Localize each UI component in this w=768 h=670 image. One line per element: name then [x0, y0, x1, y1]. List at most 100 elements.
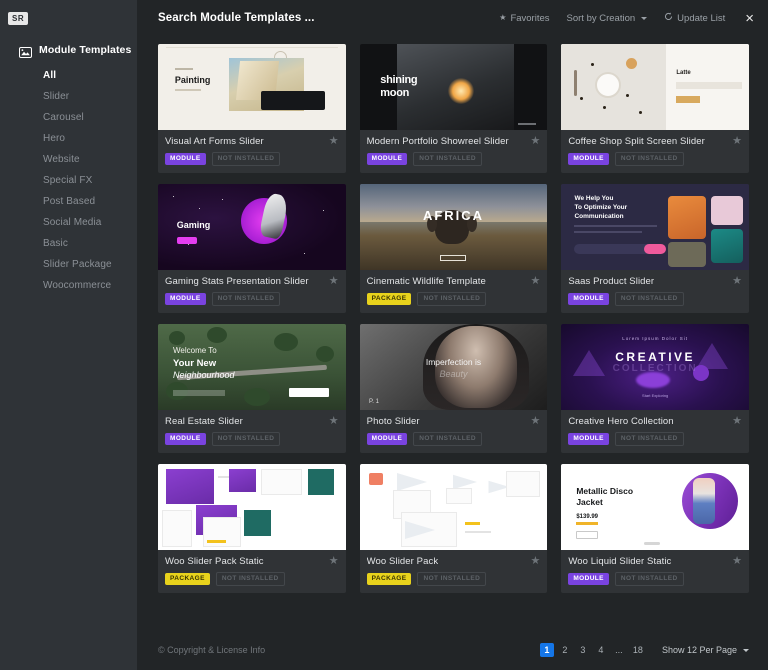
favorites-label: Favorites [510, 12, 550, 24]
favorite-star-icon[interactable]: ★ [732, 416, 742, 427]
main-panel: Search Module Templates ... ★ Favorites … [137, 0, 768, 670]
favorite-star-icon[interactable]: ★ [329, 556, 339, 567]
template-card-visual-art-forms-slider[interactable]: Painting Visual Art Forms Slider ★ MODUL… [158, 44, 346, 173]
sidebar: SR Module Templates All Slider Carousel … [0, 0, 137, 670]
sidebar-item-woocommerce[interactable]: Woocommerce [0, 275, 137, 296]
favorite-star-icon[interactable]: ★ [732, 136, 742, 147]
template-thumbnail: Welcome To Your New Neighbourhood [158, 324, 346, 410]
type-badge: MODULE [568, 293, 609, 305]
thumb-line2: Beauty [439, 368, 468, 379]
sr-logo[interactable]: SR [8, 12, 29, 25]
thumb-title: We Help You To Optimize Your Communicati… [574, 195, 628, 221]
status-badge: NOT INSTALLED [211, 432, 281, 446]
template-card-saas-product-slider[interactable]: We Help You To Optimize Your Communicati… [561, 184, 749, 313]
pagination: 1 2 3 4 ... 18 [539, 643, 646, 657]
status-badge: NOT INSTALLED [211, 292, 281, 306]
template-card-woo-slider-pack[interactable]: Woo Slider Pack ★ PACKAGE NOT INSTALLED [359, 464, 548, 593]
thumb-line3: Neighbourhood [173, 370, 235, 381]
sort-by-creation-dropdown[interactable]: Sort by Creation [567, 13, 648, 24]
search-input[interactable]: Search Module Templates ... [158, 12, 499, 24]
card-title: Woo Liquid Slider Static [568, 556, 672, 567]
sidebar-item-slider-package[interactable]: Slider Package [0, 254, 137, 275]
sidebar-item-special-fx[interactable]: Special FX [0, 170, 137, 191]
thumb-title: AFRICA [422, 208, 485, 224]
template-card-photo-slider[interactable]: Imperfection is Beauty P. 1 Photo Slider… [359, 324, 548, 453]
template-card-woo-slider-pack-static[interactable]: Woo Slider Pack Static ★ PACKAGE NOT INS… [158, 464, 346, 593]
template-card-creative-hero-collection[interactable]: Lorem Ipsum Dolor Sit CREATIVE COLLECTIO… [561, 324, 749, 453]
thumb-title-line2: moon [380, 87, 410, 99]
thumb-kicker: Lorem Ipsum Dolor Sit [622, 336, 689, 342]
thumb-title: Latte [676, 69, 691, 76]
type-badge: MODULE [165, 293, 206, 305]
type-badge: PACKAGE [366, 573, 412, 585]
favorites-button[interactable]: ★ Favorites [499, 13, 549, 24]
thumb-subtitle: COLLECTION [612, 362, 698, 374]
sidebar-item-all[interactable]: All [0, 65, 137, 86]
card-title: Creative Hero Collection [568, 416, 674, 427]
sidebar-item-website[interactable]: Website [0, 149, 137, 170]
sidebar-header-module-templates[interactable]: Module Templates [0, 26, 137, 58]
app-window: SR Module Templates All Slider Carousel … [0, 0, 768, 670]
per-page-dropdown[interactable]: Show 12 Per Page [662, 645, 749, 655]
card-title: Modern Portfolio Showreel Slider [366, 136, 509, 147]
sidebar-item-hero[interactable]: Hero [0, 128, 137, 149]
sidebar-item-slider[interactable]: Slider [0, 86, 137, 107]
chevron-down-icon [641, 16, 648, 20]
template-card-modern-portfolio-showreel-slider[interactable]: shining moon Modern Portfolio Showreel S… [359, 44, 548, 173]
type-badge: MODULE [568, 433, 609, 445]
sort-label: Sort by Creation [566, 12, 636, 24]
page-2[interactable]: 2 [558, 643, 572, 657]
page-4[interactable]: 4 [594, 643, 608, 657]
update-list-button[interactable]: Update List [664, 12, 725, 24]
card-body: Creative Hero Collection ★ MODULE NOT IN… [561, 410, 749, 453]
type-badge: MODULE [165, 153, 206, 165]
status-badge: NOT INSTALLED [614, 432, 684, 446]
type-badge: PACKAGE [165, 573, 210, 585]
copyright-link[interactable]: © Copyright & License Info [158, 645, 540, 655]
template-card-woo-liquid-slider-static[interactable]: Metallic Disco Jacket $139.99 Woo Liquid… [561, 464, 749, 593]
refresh-icon [664, 12, 673, 24]
templates-grid: Painting Visual Art Forms Slider ★ MODUL… [158, 44, 749, 593]
favorite-star-icon[interactable]: ★ [732, 276, 742, 287]
favorite-star-icon[interactable]: ★ [530, 276, 540, 287]
card-title: Cinematic Wildlife Template [366, 276, 486, 287]
template-card-real-estate-slider[interactable]: Welcome To Your New Neighbourhood Real E… [158, 324, 346, 453]
per-page-label: Show 12 Per Page [661, 645, 737, 655]
sidebar-item-basic[interactable]: Basic [0, 233, 137, 254]
sidebar-item-post-based[interactable]: Post Based [0, 191, 137, 212]
status-badge: NOT INSTALLED [413, 152, 482, 166]
type-badge: MODULE [165, 433, 206, 445]
card-body: Woo Slider Pack ★ PACKAGE NOT INSTALLED [360, 550, 548, 593]
card-title: Saas Product Slider [568, 276, 655, 287]
favorite-star-icon[interactable]: ★ [329, 136, 339, 147]
template-card-cinematic-wildlife-template[interactable]: AFRICA Cinematic Wildlife Template ★ PAC… [359, 184, 548, 313]
template-thumbnail: We Help You To Optimize Your Communicati… [561, 184, 749, 270]
type-badge: MODULE [568, 573, 609, 585]
favorite-star-icon[interactable]: ★ [732, 556, 742, 567]
card-body: Coffee Shop Split Screen Slider ★ MODULE… [561, 130, 749, 173]
thumb-title: CREATIVE [615, 349, 696, 364]
page-18[interactable]: 18 [630, 643, 646, 657]
sidebar-item-social-media[interactable]: Social Media [0, 212, 137, 233]
template-thumbnail: Metallic Disco Jacket $139.99 [561, 464, 749, 550]
close-icon[interactable]: × [745, 11, 754, 26]
template-card-coffee-shop-split-screen-slider[interactable]: Latte Coffee Shop Split Screen Slider ★ … [561, 44, 749, 173]
card-title: Coffee Shop Split Screen Slider [568, 136, 705, 147]
template-thumbnail [359, 464, 548, 550]
favorite-star-icon[interactable]: ★ [530, 556, 540, 567]
sidebar-header-label: Module Templates [39, 44, 132, 56]
page-1[interactable]: 1 [539, 643, 554, 657]
status-badge: NOT INSTALLED [614, 572, 684, 586]
favorite-star-icon[interactable]: ★ [530, 416, 540, 427]
sidebar-item-carousel[interactable]: Carousel [0, 107, 137, 128]
favorite-star-icon[interactable]: ★ [530, 136, 540, 147]
template-thumbnail: Lorem Ipsum Dolor Sit CREATIVE COLLECTIO… [561, 324, 749, 410]
template-thumbnail: Painting [158, 44, 346, 130]
type-badge: MODULE [366, 433, 408, 445]
favorite-star-icon[interactable]: ★ [329, 416, 339, 427]
page-3[interactable]: 3 [576, 643, 590, 657]
status-badge: NOT INSTALLED [413, 432, 482, 446]
favorite-star-icon[interactable]: ★ [329, 276, 339, 287]
logo-container: SR [0, 0, 137, 26]
template-card-gaming-stats-presentation-slider[interactable]: Gaming Gaming Stats Presentation Slider … [158, 184, 346, 313]
